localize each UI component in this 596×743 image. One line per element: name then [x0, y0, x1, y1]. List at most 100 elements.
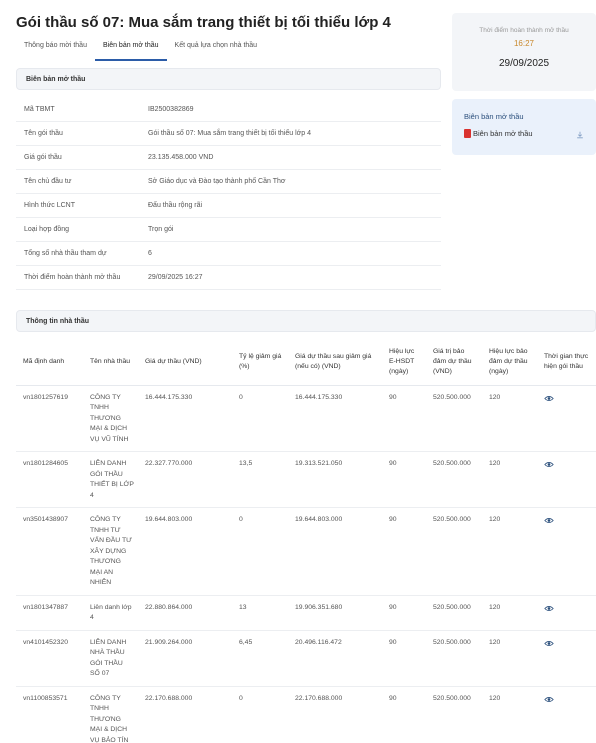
info-row-package-price: Giá gói thầu 23.135.458.000 VND — [16, 146, 441, 170]
contractor-id: vn1801257619 — [16, 385, 83, 452]
table-row: vn1801284605 LIÊN DANH GÓI THẦU THIẾT BỊ… — [16, 451, 596, 508]
execution-time-cell — [537, 385, 596, 452]
contractor-id: vn1801347887 — [16, 595, 83, 631]
info-row-completion-time: Thời điểm hoàn thành mở thầu 29/09/2025 … — [16, 266, 441, 290]
info-value: Đấu thầu rộng rãi — [148, 202, 203, 209]
info-value: Sở Giáo dục và Đào tạo thành phố Cần Thơ — [148, 178, 286, 185]
eye-icon[interactable] — [544, 605, 554, 612]
column-header: Hiệu lực bảo đảm dự thầu (ngày) — [489, 348, 528, 376]
info-label: Tên gói thầu — [24, 130, 63, 137]
eye-icon[interactable] — [544, 640, 554, 647]
price-after-discount: 19.906.351.680 — [288, 595, 382, 631]
guarantee-validity: 120 — [482, 507, 537, 596]
page-title: Gói thầu số 07: Mua sắm trang thiết bị t… — [16, 14, 391, 31]
discount-rate: 0 — [232, 686, 288, 743]
file-card-title: Biên bản mở thầu — [464, 112, 524, 121]
bid-validity: 90 — [382, 385, 426, 452]
completion-time-value: 16:27 — [513, 39, 535, 48]
info-row-bidder-count: Tổng số nhà thầu tham dự 6 — [16, 242, 441, 266]
price-after-discount: 20.496.116.472 — [288, 630, 382, 687]
contractor-name: Liên danh lớp 4 — [83, 595, 138, 631]
bid-guarantee: 520.500.000 — [426, 630, 482, 687]
contractor-id: vn1801284605 — [16, 451, 83, 508]
info-label: Tên chủ đầu tư — [24, 178, 72, 185]
execution-time-cell — [537, 630, 596, 687]
opening-record-header: Biên bản mở thầu — [16, 68, 441, 90]
info-label: Hình thức LCNT — [24, 202, 75, 209]
guarantee-validity: 120 — [482, 451, 537, 508]
guarantee-validity: 120 — [482, 385, 537, 452]
info-label: Giá gói thầu — [24, 154, 62, 161]
execution-time-cell — [537, 507, 596, 596]
table-row: vn1100853571 CÔNG TY TNHH THƯƠNG MẠI & D… — [16, 686, 596, 743]
discount-rate: 6,45 — [232, 630, 288, 687]
eye-icon[interactable] — [544, 395, 554, 402]
tab-selection-result[interactable]: Kết quả lựa chọn nhà thầu — [167, 40, 266, 61]
info-label: Tổng số nhà thầu tham dự — [24, 250, 107, 257]
file-name: Biên bản mở thầu — [473, 129, 533, 138]
tab-invitation[interactable]: Thông báo mời thầu — [16, 40, 95, 61]
bid-price: 21.909.264.000 — [138, 630, 232, 687]
eye-icon[interactable] — [544, 517, 554, 524]
info-label: Thời điểm hoàn thành mở thầu — [24, 274, 121, 281]
discount-rate: 13,5 — [232, 451, 288, 508]
contractor-id: vn4101452320 — [16, 630, 83, 687]
bid-guarantee: 520.500.000 — [426, 686, 482, 743]
bid-validity: 90 — [382, 595, 426, 631]
guarantee-validity: 120 — [482, 595, 537, 631]
eye-icon[interactable] — [544, 696, 554, 703]
bid-guarantee: 520.500.000 — [426, 507, 482, 596]
bid-validity: 90 — [382, 507, 426, 596]
table-row: vn3501438907 CÔNG TY TNHH TƯ VẤN ĐẦU TƯ … — [16, 507, 596, 596]
tab-bar: Thông báo mời thầu Biên bản mở thầu Kết … — [16, 40, 441, 61]
bid-price: 16.444.175.330 — [138, 385, 232, 452]
contractor-table: Mã định danh Tên nhà thầu Giá dự thầu (V… — [16, 340, 596, 743]
execution-time-cell — [537, 595, 596, 631]
price-after-discount: 22.170.688.000 — [288, 686, 382, 743]
contractor-name: LIÊN DANH NHÀ THẦU GÓI THẦU SỐ 07 — [83, 630, 138, 687]
info-value: Trọn gói — [148, 226, 174, 233]
bid-price: 22.170.688.000 — [138, 686, 232, 743]
bid-guarantee: 520.500.000 — [426, 595, 482, 631]
table-row: vn1801257619 CÔNG TY TNHH THƯƠNG MẠI & D… — [16, 385, 596, 452]
contractor-name: CÔNG TY TNHH TƯ VẤN ĐẦU TƯ XÂY DỰNG THƯƠ… — [83, 507, 138, 596]
column-header: Giá trị bảo đảm dự thầu (VND) — [433, 348, 472, 376]
contractor-name: CÔNG TY TNHH THƯƠNG MẠI & DỊCH VỤ VŨ TÍN… — [83, 385, 138, 452]
discount-rate: 0 — [232, 385, 288, 452]
guarantee-validity: 120 — [482, 686, 537, 743]
column-header: Thời gian thực hiện gói thầu — [544, 353, 589, 371]
download-icon[interactable] — [576, 131, 584, 139]
contractor-id: vn3501438907 — [16, 507, 83, 596]
info-value: 23.135.458.000 VND — [148, 154, 214, 161]
eye-icon[interactable] — [544, 461, 554, 468]
execution-time-cell — [537, 451, 596, 508]
opening-record-file-link[interactable]: Biên bản mở thầu — [464, 129, 533, 138]
info-row-contract-type: Loại hợp đồng Trọn gói — [16, 218, 441, 242]
info-row-investor: Tên chủ đầu tư Sở Giáo dục và Đào tạo th… — [16, 170, 441, 194]
table-row: vn1801347887 Liên danh lớp 4 22.880.864.… — [16, 595, 596, 631]
bid-validity: 90 — [382, 451, 426, 508]
tab-opening-record[interactable]: Biên bản mở thầu — [94, 40, 167, 61]
column-header: Tỷ lệ giảm giá (%) — [239, 353, 282, 371]
info-label: Mã TBMT — [24, 106, 55, 113]
info-label: Loại hợp đồng — [24, 226, 70, 233]
completion-date-value: 29/09/2025 — [498, 58, 550, 69]
guarantee-validity: 120 — [482, 630, 537, 687]
price-after-discount: 19.313.521.050 — [288, 451, 382, 508]
table-header-row: Mã định danh Tên nhà thầu Giá dự thầu (V… — [16, 340, 596, 385]
column-header: Hiệu lực E-HSDT (ngày) — [389, 348, 415, 376]
discount-rate: 0 — [232, 507, 288, 596]
info-value: IB2500382869 — [148, 106, 194, 113]
bid-price: 22.327.770.000 — [138, 451, 232, 508]
bid-validity: 90 — [382, 686, 426, 743]
info-value: Gói thầu số 07: Mua sắm trang thiết bị t… — [148, 130, 311, 137]
execution-time-cell — [537, 686, 596, 743]
discount-rate: 13 — [232, 595, 288, 631]
pdf-icon — [464, 129, 471, 138]
bid-price: 22.880.864.000 — [138, 595, 232, 631]
info-value: 29/09/2025 16:27 — [148, 274, 203, 281]
bid-guarantee: 520.500.000 — [426, 385, 482, 452]
column-header: Tên nhà thầu — [90, 358, 131, 366]
price-after-discount: 16.444.175.330 — [288, 385, 382, 452]
table-row: vn4101452320 LIÊN DANH NHÀ THẦU GÓI THẦU… — [16, 630, 596, 687]
